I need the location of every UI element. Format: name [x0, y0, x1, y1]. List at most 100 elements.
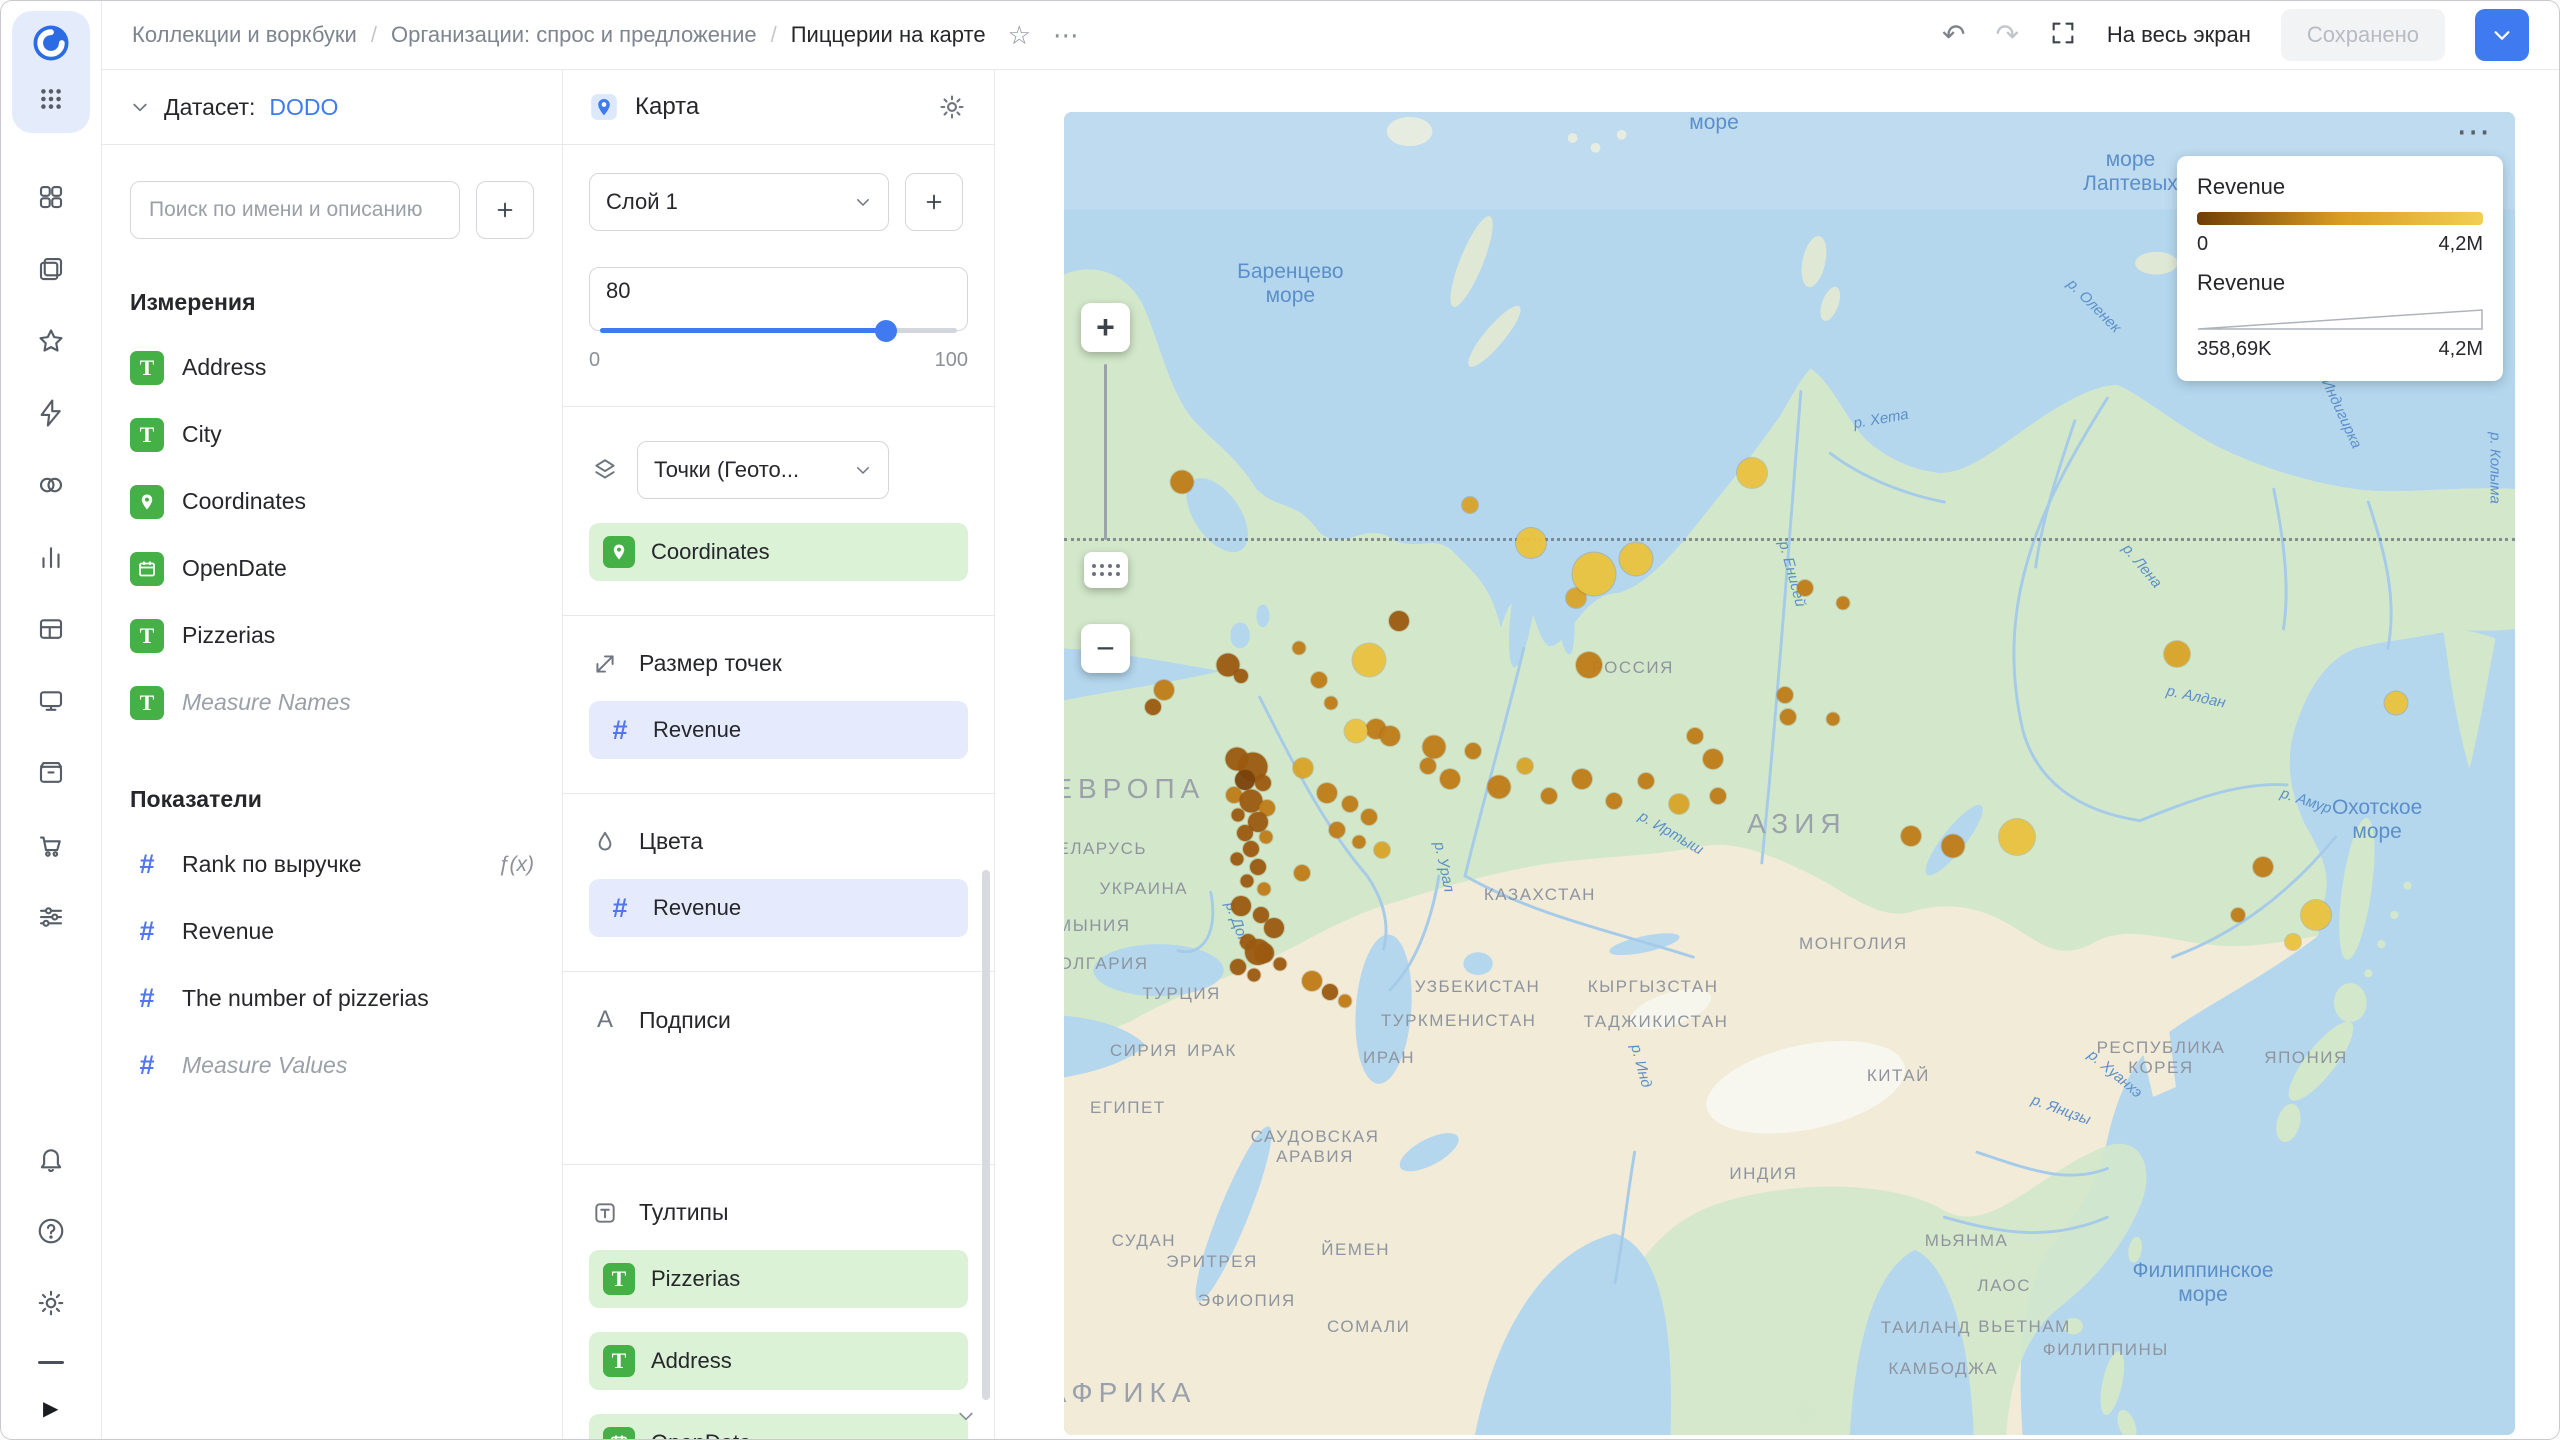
collections-icon[interactable]: [31, 249, 71, 289]
minimize-icon[interactable]: [38, 1361, 64, 1364]
map-data-point: [1572, 552, 1616, 596]
add-field-button[interactable]: [476, 181, 534, 239]
field-search-input[interactable]: [130, 181, 460, 239]
zoom-in-button[interactable]: +: [1081, 303, 1130, 352]
map-data-point: [1321, 983, 1338, 1000]
map-data-point: [1237, 825, 1254, 842]
breadcrumb-workbook[interactable]: Организации: спрос и предложение: [391, 22, 757, 48]
gear-icon[interactable]: [31, 1283, 71, 1323]
map-data-point: [1344, 719, 1368, 743]
tooltip-field-pizzerias[interactable]: T Pizzerias: [589, 1250, 968, 1308]
layer-select-value: Слой 1: [606, 189, 678, 214]
opacity-knob[interactable]: [874, 319, 897, 342]
color-drop-icon: [589, 829, 621, 855]
field-opendate[interactable]: OpenDate: [130, 535, 534, 602]
map-data-point: [2384, 691, 2408, 715]
map-data-point: [1901, 825, 1922, 846]
scroll-down-icon[interactable]: [956, 1406, 976, 1431]
size-field-chip[interactable]: # Revenue: [589, 701, 968, 759]
widgets-icon[interactable]: [31, 177, 71, 217]
map-data-point: [1273, 957, 1287, 971]
field-the-number-of-pizzerias[interactable]: # The number of pizzerias: [130, 965, 534, 1032]
save-dropdown-button[interactable]: [2475, 9, 2529, 61]
breadcrumb-collections[interactable]: Коллекции и воркбуки: [132, 22, 357, 48]
monitor-icon[interactable]: [31, 681, 71, 721]
tooltip-field-address[interactable]: T Address: [589, 1332, 968, 1390]
map-data-point: [1144, 699, 1161, 716]
zoom-out-button[interactable]: −: [1081, 624, 1130, 673]
layer-opacity-control[interactable]: 80: [589, 267, 968, 342]
fullscreen-icon[interactable]: [2049, 19, 2077, 52]
play-icon[interactable]: ▶: [43, 1396, 58, 1421]
datalens-logo[interactable]: [31, 23, 71, 63]
map-data-point: [1576, 652, 1603, 678]
field-revenue[interactable]: # Revenue: [130, 898, 534, 965]
help-icon[interactable]: [31, 1211, 71, 1251]
tooltip-field-opendate[interactable]: OpenDate: [589, 1414, 968, 1439]
map-canvas[interactable]: море Баренцево море море Лаптевых Охотское …: [1064, 112, 2515, 1435]
field-measure-names[interactable]: T Measure Names: [130, 669, 534, 736]
add-layer-button[interactable]: [905, 173, 963, 231]
map-data-point: [1316, 783, 1337, 804]
layer-select[interactable]: Слой 1: [589, 173, 889, 231]
star-icon[interactable]: [31, 321, 71, 361]
zoom-slider[interactable]: [1104, 364, 1107, 540]
links-icon[interactable]: [31, 465, 71, 505]
geopoints-field-chip[interactable]: Coordinates: [589, 523, 968, 581]
map-data-point: [1352, 643, 1386, 677]
chevron-down-icon[interactable]: [130, 97, 150, 117]
dataset-name-link[interactable]: DODO: [269, 94, 338, 121]
map-data-point: [1259, 830, 1273, 844]
bell-icon[interactable]: [31, 1139, 71, 1179]
field-city[interactable]: T City: [130, 401, 534, 468]
sliders-icon[interactable]: [31, 897, 71, 937]
map-viz-icon[interactable]: [589, 92, 619, 122]
field-coordinates[interactable]: Coordinates: [130, 468, 534, 535]
map-data-point: [1341, 795, 1358, 812]
dimensions-title: Измерения: [130, 289, 256, 315]
field-label: Measure Names: [182, 689, 351, 715]
legend-color-min: 0: [2197, 233, 2209, 255]
map-data-point: [1702, 748, 1723, 769]
more-menu-icon[interactable]: ⋯: [1053, 22, 1079, 48]
field-rank-по-выручке[interactable]: # Rank по выручке ƒ(x): [130, 831, 534, 898]
breadcrumb-separator: /: [370, 22, 377, 47]
opacity-slider[interactable]: [600, 319, 957, 342]
redo-icon[interactable]: ↷: [1995, 21, 2018, 49]
favorite-star-icon[interactable]: ☆: [1008, 22, 1031, 48]
field-pizzerias[interactable]: T Pizzerias: [130, 602, 534, 669]
dimensions-list: T Address T City Coordinates OpenDate T Pizzeri…: [130, 334, 534, 736]
box-icon[interactable]: [31, 753, 71, 793]
zap-icon[interactable]: [31, 393, 71, 433]
field-measure-values[interactable]: # Measure Values: [130, 1032, 534, 1099]
table-icon[interactable]: [31, 609, 71, 649]
field-label: Rank по выручке: [182, 851, 362, 877]
cart-icon[interactable]: [31, 825, 71, 865]
number-field-icon: #: [612, 892, 628, 923]
map-data-point: [1250, 859, 1267, 876]
fullscreen-label[interactable]: На весь экран: [2107, 22, 2251, 48]
measures-title: Показатели: [130, 786, 262, 812]
apps-grid-icon[interactable]: [31, 79, 71, 119]
color-field-chip[interactable]: # Revenue: [589, 879, 968, 937]
size-section-title: Размер точек: [639, 650, 782, 676]
colors-section-header: Цвета: [589, 828, 968, 855]
map-data-point: [1360, 809, 1377, 826]
panel-scrollbar[interactable]: [982, 869, 990, 1401]
map-data-point: [1605, 793, 1622, 810]
text-field-icon: T: [603, 1263, 635, 1295]
map-data-point: [1243, 840, 1260, 857]
left-rail: ▶: [1, 1, 102, 1439]
geotype-select[interactable]: Точки (Геото...: [637, 441, 889, 499]
bar-chart-icon[interactable]: [31, 537, 71, 577]
field-address[interactable]: T Address: [130, 334, 534, 401]
map-data-point: [1637, 773, 1654, 790]
undo-icon[interactable]: ↶: [1942, 21, 1965, 49]
save-status-button[interactable]: Сохранено: [2280, 9, 2445, 61]
viz-settings-gear-icon[interactable]: [936, 93, 968, 121]
map-data-point: [1736, 458, 1767, 489]
breadcrumb: Коллекции и воркбуки / Организации: спро…: [132, 22, 986, 48]
ruler-tool-button[interactable]: [1084, 552, 1128, 588]
ruler-icon: [1091, 563, 1121, 577]
map-more-menu-icon[interactable]: ⋯: [2456, 112, 2493, 152]
